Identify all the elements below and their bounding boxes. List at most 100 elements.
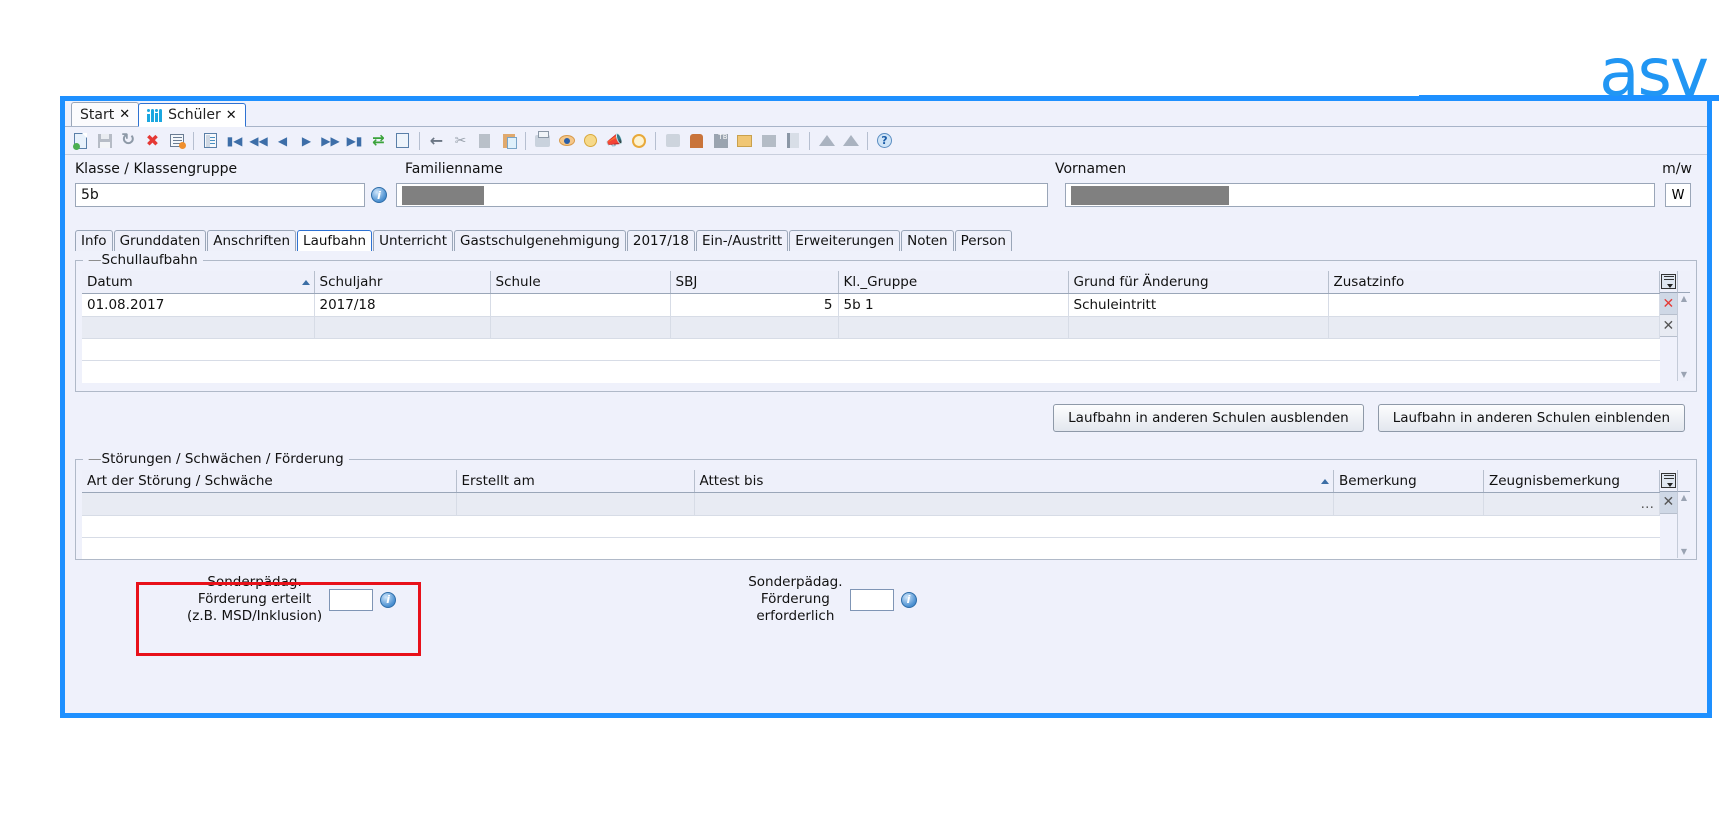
copy-icon[interactable] <box>473 129 496 152</box>
hide-other-schools-button[interactable]: Laufbahn in anderen Schulen ausblenden <box>1053 403 1364 432</box>
help-icon[interactable]: ? <box>873 129 896 152</box>
tab-person[interactable]: Person <box>954 230 1012 251</box>
col-zusatzinfo[interactable]: Zusatzinfo <box>1328 271 1660 294</box>
next-record-icon[interactable]: ▶ <box>295 129 318 152</box>
undo-icon[interactable]: ↺ <box>117 129 140 152</box>
info-icon[interactable]: i <box>900 591 917 608</box>
tab-2017-18[interactable]: 2017/18 <box>626 230 695 251</box>
col-schuljahr[interactable]: Schuljahr <box>314 271 491 294</box>
vornamen-input[interactable] <box>1065 183 1655 207</box>
scroll-up-icon[interactable]: ▲ <box>1678 293 1690 305</box>
delete-row-icon[interactable]: ✕ <box>1663 296 1675 312</box>
cone-icon[interactable] <box>815 129 838 152</box>
bulb-icon[interactable] <box>579 129 602 152</box>
tab-info[interactable]: Info <box>75 230 113 251</box>
foerderung-erteilt-label-l1: Sonderpädag. <box>207 574 302 590</box>
vertical-scrollbar[interactable]: ▲ ▼ <box>1676 293 1690 381</box>
delete-icon[interactable]: ✖ <box>141 129 164 152</box>
edit-form-icon[interactable] <box>165 129 188 152</box>
scroll-down-icon[interactable]: ▼ <box>1678 369 1690 381</box>
record-card-icon[interactable] <box>199 129 222 152</box>
tab-ein-austritt[interactable]: Ein-/Austritt <box>695 230 789 251</box>
scroll-up-icon[interactable]: ▲ <box>1678 492 1690 504</box>
person-icon[interactable] <box>685 129 708 152</box>
address-book-icon[interactable] <box>781 129 804 152</box>
clock-icon[interactable] <box>627 129 650 152</box>
col-zeugnisbemerkung[interactable]: Zeugnisbemerkung <box>1483 469 1660 493</box>
close-icon[interactable]: ✕ <box>226 108 237 123</box>
tab-grunddaten-label: Grunddaten <box>119 233 201 249</box>
column-config-icon[interactable] <box>1661 274 1676 289</box>
list-icon[interactable] <box>391 129 414 152</box>
col-kl-gruppe[interactable]: Kl._Gruppe <box>838 271 1069 294</box>
mw-field[interactable]: W <box>1665 183 1691 207</box>
familienname-input[interactable] <box>396 183 1048 207</box>
cell-grund: Schuleintritt <box>1068 293 1329 317</box>
info-icon[interactable]: i <box>371 187 387 203</box>
foerderung-erteilt-label-l3: (z.B. MSD/Inklusion) <box>187 608 323 624</box>
last-record-icon[interactable]: ▶▮ <box>343 129 366 152</box>
scroll-down-icon[interactable]: ▼ <box>1678 546 1690 558</box>
tab-anschriften[interactable]: Anschriften <box>207 230 297 251</box>
delete-row-icon[interactable]: ✕ <box>1663 494 1675 510</box>
tab-grunddaten[interactable]: Grunddaten <box>113 230 207 251</box>
preview-icon[interactable] <box>555 129 578 152</box>
col-bemerkung[interactable]: Bemerkung <box>1333 469 1484 493</box>
show-other-schools-button[interactable]: Laufbahn in anderen Schulen einblenden <box>1377 403 1685 432</box>
col-erstellt-am[interactable]: Erstellt am <box>456 469 695 493</box>
vertical-scrollbar[interactable]: ▲ ▼ <box>1676 491 1690 558</box>
window-tab-start[interactable]: Start ✕ <box>71 102 140 126</box>
foerderung-erteilt-block: Sonderpädag. Förderung erteilt (z.B. MSD… <box>187 574 397 625</box>
cone2-icon[interactable] <box>839 129 862 152</box>
close-icon[interactable]: ✕ <box>119 107 130 122</box>
delete-row-icon[interactable]: ✕ <box>1663 318 1675 334</box>
cell-kl-gruppe: 5b 1 <box>838 293 1069 317</box>
foerderung-erforderlich-input[interactable] <box>849 588 894 611</box>
tab-erweiterungen[interactable]: Erweiterungen <box>789 230 901 251</box>
table-row[interactable] <box>82 316 1660 339</box>
tab-gastschulgenehmigung[interactable]: Gastschulgenehmigung <box>454 230 626 251</box>
folder-icon[interactable] <box>733 129 756 152</box>
klasse-input[interactable]: 5b <box>75 183 365 207</box>
first-record-icon[interactable]: ▮◀ <box>223 129 246 152</box>
col-datum[interactable]: Datum <box>82 271 315 294</box>
megaphone-icon[interactable]: 📣 <box>603 129 626 152</box>
new-document-icon[interactable] <box>69 129 92 152</box>
table-row[interactable]: 01.08.2017 2017/18 5 5b 1 Schuleintritt <box>82 293 1660 317</box>
col-schule[interactable]: Schule <box>490 271 671 294</box>
tb-icon[interactable]: TB <box>709 129 732 152</box>
cell-kl-gruppe <box>838 316 1069 339</box>
stoerungen-table: Art der Störung / Schwäche Erstellt am A… <box>82 469 1660 559</box>
cell-attest <box>694 492 1334 516</box>
col-sbj[interactable]: SBJ <box>670 271 839 294</box>
tab-unterricht[interactable]: Unterricht <box>373 230 454 251</box>
print-icon[interactable] <box>531 129 554 152</box>
save-icon[interactable] <box>93 129 116 152</box>
dark-icon[interactable] <box>757 129 780 152</box>
refresh-icon[interactable]: ⇄ <box>367 129 390 152</box>
column-config-icon[interactable] <box>1661 472 1676 488</box>
tab-laufbahn[interactable]: Laufbahn <box>297 230 373 251</box>
prev-page-icon[interactable]: ◀◀ <box>247 129 270 152</box>
cell-schuljahr: 2017/18 <box>314 293 491 317</box>
cut-icon[interactable]: ✂ <box>449 129 472 152</box>
tab-noten[interactable]: Noten <box>901 230 954 251</box>
cell-schuljahr <box>314 316 491 339</box>
toolbar-separator <box>193 131 194 150</box>
col-grund[interactable]: Grund für Änderung <box>1068 271 1329 294</box>
group-icon[interactable] <box>661 129 684 152</box>
foerderung-erteilt-input[interactable] <box>329 588 374 611</box>
header-fields: Klasse / Klassengruppe Familienname Vorn… <box>65 155 1707 207</box>
prev-record-icon[interactable]: ◀ <box>271 129 294 152</box>
tab-erweiterungen-label: Erweiterungen <box>795 233 895 249</box>
col-attest-bis[interactable]: Attest bis <box>694 469 1334 493</box>
table-row[interactable]: … <box>82 492 1660 516</box>
col-art-stoerung[interactable]: Art der Störung / Schwäche <box>82 469 457 493</box>
window-tab-schueler[interactable]: Schüler ✕ <box>138 103 246 127</box>
info-icon[interactable]: i <box>380 591 397 608</box>
next-page-icon[interactable]: ▶▶ <box>319 129 342 152</box>
back-arrow-icon[interactable]: ← <box>425 129 448 152</box>
cell-zeugnis-ellipsis[interactable]: … <box>1483 492 1660 516</box>
foerderung-erteilt-label-l2: Förderung erteilt <box>197 591 312 607</box>
paste-icon[interactable] <box>497 129 520 152</box>
